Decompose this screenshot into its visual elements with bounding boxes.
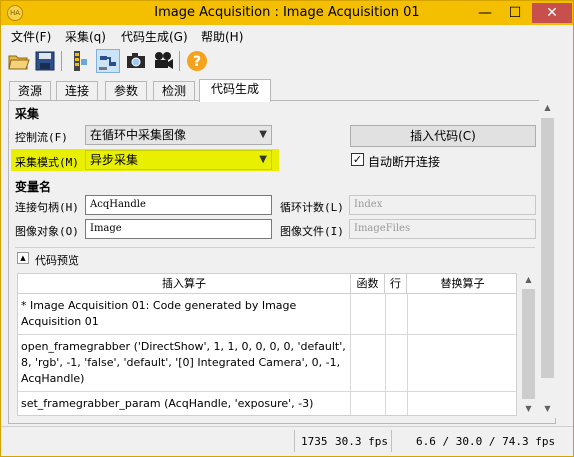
scroll-down-icon[interactable]: ▼ (539, 404, 556, 413)
tab-resources[interactable]: 资源 (9, 81, 51, 101)
scroll-up-icon[interactable]: ▲ (539, 103, 556, 112)
variables-section-title: 变量名 (15, 180, 52, 194)
chevron-down-icon: ▼ (259, 154, 267, 165)
minimize-button[interactable]: — (471, 3, 499, 23)
status-divider (294, 430, 295, 452)
collapse-icon[interactable]: ▲ (17, 252, 29, 264)
column-divider (407, 294, 408, 334)
image-acquisition-window: HA Image Acquisition : Image Acquisition… (0, 0, 574, 457)
column-divider (385, 294, 386, 334)
connection-handle-label: 连接句柄(H) (15, 201, 79, 214)
toolbar-separator (61, 51, 62, 71)
toolbar-separator (179, 51, 180, 71)
tab-parameters[interactable]: 参数 (105, 81, 147, 101)
table-scrollbar[interactable]: ▲ ▼ (520, 273, 537, 416)
column-insert-operator[interactable]: 插入算子 (18, 274, 351, 294)
status-divider (391, 430, 392, 452)
code-preview-table: 插入算子 函数 行 替换算子 * Image Acquisition 01: C… (17, 273, 517, 416)
frame-count: 1735 (301, 435, 328, 448)
detect-icon[interactable] (67, 49, 91, 73)
table-row[interactable]: open_framegrabber ('DirectShow', 1, 1, 0… (18, 335, 516, 392)
frame-rate: 30.3 fps (335, 435, 388, 448)
loop-counter-input[interactable]: Index (349, 195, 536, 215)
auto-disconnect-checkbox[interactable]: ✓ (351, 153, 364, 166)
acquisition-mode-dropdown[interactable]: 异步采集 ▼ (85, 150, 272, 170)
column-replace-operator[interactable]: 替换算子 (407, 274, 516, 294)
column-line[interactable]: 行 (385, 274, 407, 294)
menu-help[interactable]: 帮助(H) (201, 28, 243, 45)
scroll-down-icon[interactable]: ▼ (520, 404, 537, 413)
toolbar: ? (1, 46, 573, 76)
preview-divider (15, 247, 535, 248)
title-bar[interactable]: HA Image Acquisition : Image Acquisition… (1, 1, 573, 25)
scrollbar-thumb[interactable] (541, 118, 554, 378)
column-divider (407, 392, 408, 415)
control-flow-dropdown[interactable]: 在循环中采集图像 ▼ (85, 125, 272, 145)
column-divider (385, 392, 386, 415)
operator-cell: set_framegrabber_param (AcqHandle, 'expo… (18, 392, 351, 415)
tab-connection[interactable]: 连接 (56, 81, 98, 101)
scroll-up-icon[interactable]: ▲ (520, 275, 537, 284)
timing-stats: 6.6 / 30.0 / 74.3 fps (416, 435, 556, 448)
save-icon[interactable] (33, 49, 57, 73)
column-divider (385, 335, 386, 391)
panel-scrollbar[interactable]: ▲ ▼ (539, 100, 556, 418)
insert-code-button[interactable]: 插入代码(C) (350, 125, 536, 147)
column-divider (407, 335, 408, 391)
tab-strip: 资源 连接 参数 检测 代码生成 (1, 79, 573, 102)
image-object-input[interactable]: Image (85, 219, 272, 239)
column-function[interactable]: 函数 (351, 274, 385, 294)
menu-bar: 文件(F) 采集(q) 代码生成(G) 帮助(H) (1, 25, 573, 45)
help-glyph: ? (193, 54, 201, 70)
close-button[interactable]: ✕ (532, 3, 572, 23)
code-preview-title: 代码预览 (35, 254, 79, 267)
table-row[interactable]: set_framegrabber_param (AcqHandle, 'expo… (18, 392, 516, 415)
tab-code-generation[interactable]: 代码生成 (199, 79, 271, 102)
live-video-icon[interactable] (151, 49, 175, 73)
open-folder-icon[interactable] (7, 49, 31, 73)
menu-file[interactable]: 文件(F) (11, 28, 51, 45)
operator-cell: open_framegrabber ('DirectShow', 1, 1, 0… (18, 335, 351, 391)
tab-inspection[interactable]: 检测 (153, 81, 195, 101)
menu-codegen[interactable]: 代码生成(G) (121, 28, 188, 45)
operator-cell: * Image Acquisition 01: Code generated b… (18, 294, 351, 334)
control-flow-label: 控制流(F) (15, 131, 68, 144)
image-object-label: 图像对象(O) (15, 225, 79, 238)
auto-disconnect-label: 自动断开连接 (368, 155, 441, 169)
acquisition-mode-label: 采集模式(M) (15, 156, 79, 169)
acquisition-section-title: 采集 (15, 107, 40, 121)
control-flow-value: 在循环中采集图像 (90, 128, 187, 142)
connect-icon[interactable] (96, 49, 120, 73)
status-bar: 1735 30.3 fps 6.6 / 30.0 / 74.3 fps (1, 426, 573, 455)
chevron-down-icon: ▼ (259, 129, 267, 140)
table-row[interactable]: * Image Acquisition 01: Code generated b… (18, 294, 516, 335)
image-files-input[interactable]: ImageFiles (349, 219, 536, 239)
connection-handle-input[interactable]: AcqHandle (85, 195, 272, 215)
help-icon[interactable]: ? (185, 49, 209, 73)
snap-icon[interactable] (124, 49, 148, 73)
image-files-label: 图像文件(I) (280, 225, 344, 238)
maximize-button[interactable]: ☐ (501, 3, 529, 23)
loop-counter-label: 循环计数(L) (280, 201, 344, 214)
scrollbar-thumb[interactable] (522, 289, 535, 399)
acquisition-mode-value: 异步采集 (90, 153, 139, 167)
menu-acquire[interactable]: 采集(q) (65, 28, 106, 45)
